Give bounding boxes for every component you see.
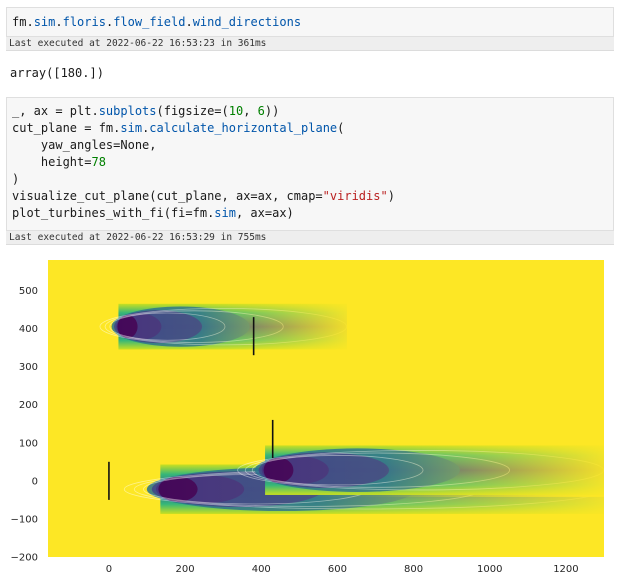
code-line: fm.sim.floris.flow_field.wind_directions [12, 15, 302, 29]
code-line: cut_plane = fm.sim.calculate_horizontal_… [12, 121, 345, 135]
x-tick-label: 600 [328, 564, 347, 575]
cell-1-output: array([180.]) [10, 66, 104, 80]
x-tick-label: 800 [404, 564, 423, 575]
x-tick-label: 400 [252, 564, 271, 575]
code-line: ) [12, 172, 20, 186]
code-line: plot_turbines_with_fi(fi=fm.sim, ax=ax) [12, 206, 294, 220]
x-tick-label: 200 [176, 564, 195, 575]
code-line: height=78 [12, 155, 106, 169]
wake-fade [265, 443, 604, 497]
x-tick-label: 1200 [553, 564, 578, 575]
heatmap-area [48, 260, 604, 557]
exec-status-1: Last executed at 2022-06-22 16:53:23 in … [6, 37, 614, 51]
code-line: visualize_cut_plane(cut_plane, ax=ax, cm… [12, 189, 395, 203]
y-tick-label: 400 [19, 324, 38, 335]
code-line: yaw_angles=None, [12, 138, 157, 152]
y-tick-label: 500 [19, 286, 38, 297]
y-tick-label: 200 [19, 400, 38, 411]
y-tick-label: −200 [11, 553, 38, 564]
code-cell-2-input[interactable]: _, ax = plt.subplots(figsize=(10, 6)) cut… [6, 97, 614, 231]
code-line: _, ax = plt.subplots(figsize=(10, 6)) [12, 104, 280, 118]
y-tick-label: 100 [19, 438, 38, 449]
x-tick-label: 0 [106, 564, 112, 575]
y-tick-label: 0 [32, 476, 38, 487]
code-lines: _, ax = plt.subplots(figsize=(10, 6)) cut… [12, 103, 613, 222]
code-cell-1-input[interactable]: fm.sim.floris.flow_field.wind_directions [6, 7, 614, 37]
exec-status-2: Last executed at 2022-06-22 16:53:29 in … [6, 231, 614, 245]
flow-field-plot: 0 200 400 600 800 1000 1200 −200 −100 0 100 200 300 4… [11, 260, 604, 575]
x-tick-label: 1000 [477, 564, 502, 575]
y-tick-label: −100 [11, 514, 38, 525]
y-tick-label: 300 [19, 362, 38, 373]
wake-fade [118, 301, 349, 352]
